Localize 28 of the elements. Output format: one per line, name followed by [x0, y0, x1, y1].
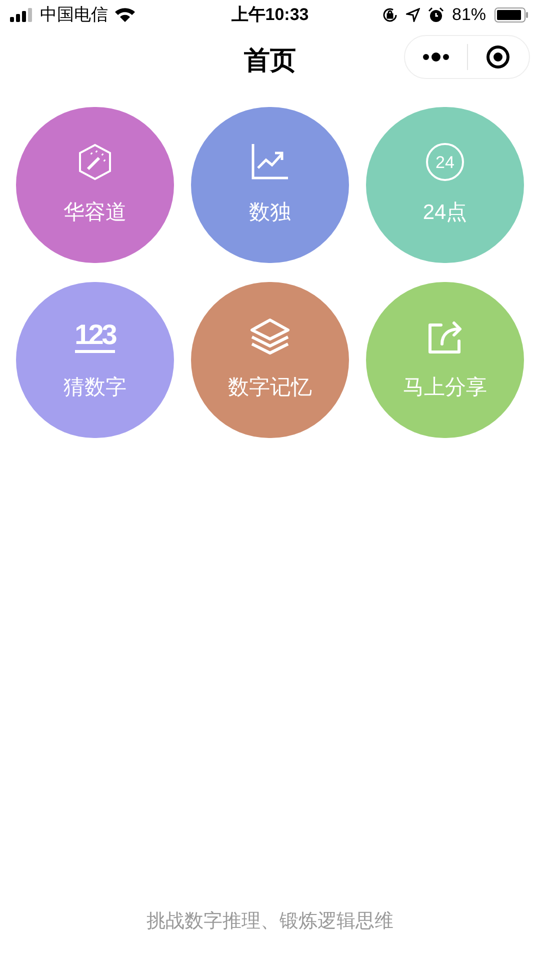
rotation-lock-icon	[382, 7, 398, 23]
footer-slogan: 挑战数字推理、锻炼逻辑思维	[146, 910, 394, 934]
layers-icon	[249, 317, 291, 358]
status-time: 上午10:33	[231, 4, 309, 26]
alarm-icon	[428, 7, 444, 23]
game-tile[interactable]: 马上分享	[366, 282, 524, 438]
tile-label: 猜数字	[64, 375, 126, 402]
tile-label: 马上分享	[403, 375, 487, 402]
game-tile[interactable]: 数字记忆	[191, 282, 349, 438]
battery-icon	[494, 7, 530, 23]
signal-icon	[10, 8, 34, 22]
wifi-icon	[114, 7, 136, 23]
game-tile[interactable]: 123 猜数字	[16, 282, 174, 438]
target-icon	[486, 45, 510, 69]
battery-percent: 81%	[452, 4, 486, 26]
location-icon	[406, 8, 420, 22]
game-tile[interactable]: 24 24点	[366, 107, 524, 263]
game-tile[interactable]: 华容道	[16, 107, 174, 263]
chart-icon	[250, 142, 290, 182]
carrier-name: 中国电信	[40, 4, 108, 26]
tile-label: 数字记忆	[228, 375, 312, 402]
page-title: 首页	[244, 44, 296, 76]
game-tile[interactable]: 数独	[191, 107, 349, 263]
tile-label: 数独	[249, 200, 291, 226]
number-badge-icon: 24	[426, 143, 464, 182]
tile-label: 24点	[422, 200, 468, 226]
tile-label: 华容道	[64, 200, 126, 226]
more-icon	[422, 52, 450, 62]
